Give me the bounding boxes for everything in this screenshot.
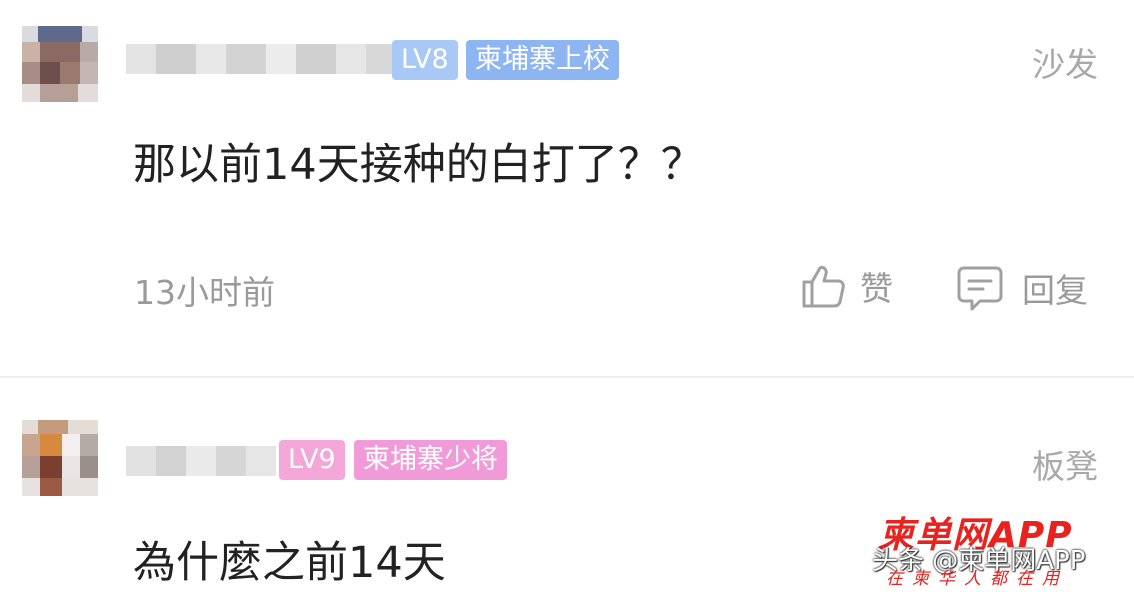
level-badge: LV9 bbox=[279, 440, 345, 480]
reply-button[interactable]: 回复 bbox=[956, 264, 1088, 312]
watermark: 柬单网APP 头条 @柬单网APP 在柬华人都在用 bbox=[872, 506, 1128, 589]
like-label: 赞 bbox=[860, 269, 893, 308]
comment-text: 為什麼之前14天 bbox=[133, 538, 446, 588]
comment-item: LV8 柬埔寨上校 沙发 那以前14天接种的白打了？？ 13小时前 赞 回复 bbox=[0, 0, 1134, 376]
reply-label: 回复 bbox=[1022, 271, 1088, 310]
avatar[interactable] bbox=[22, 420, 98, 496]
thumbs-up-icon bbox=[800, 262, 848, 310]
timestamp: 13小时前 bbox=[134, 273, 275, 312]
rank-badge: 柬埔寨少将 bbox=[354, 440, 507, 480]
username-blurred[interactable] bbox=[126, 44, 396, 74]
floor-label: 沙发 bbox=[1032, 45, 1098, 84]
avatar[interactable] bbox=[22, 26, 98, 102]
comment-text: 那以前14天接种的白打了？？ bbox=[133, 140, 704, 190]
watermark-slogan: 在柬华人都在用 bbox=[886, 569, 1068, 589]
floor-label: 板凳 bbox=[1032, 447, 1098, 486]
like-button[interactable]: 赞 bbox=[800, 262, 893, 310]
comment-bubble-icon bbox=[956, 264, 1004, 312]
rank-badge: 柬埔寨上校 bbox=[466, 40, 619, 80]
username-blurred[interactable] bbox=[126, 446, 276, 476]
level-badge: LV8 bbox=[392, 40, 458, 80]
